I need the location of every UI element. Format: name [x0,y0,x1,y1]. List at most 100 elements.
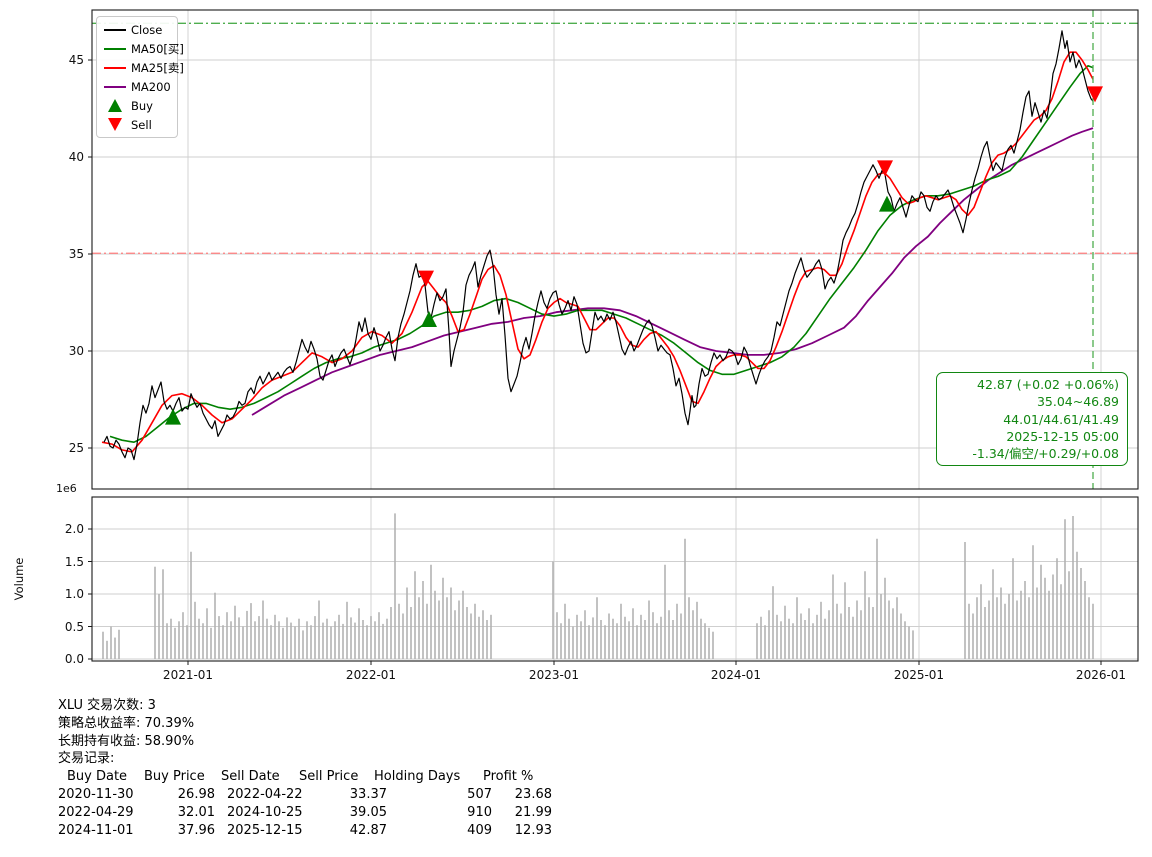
volume-axis-label: Volume [12,557,26,601]
volume-bar [972,613,974,659]
volume-bar [1084,581,1086,659]
volume-bar [580,621,582,659]
volume-bar [1016,600,1018,659]
trade-table-cell: 42.87 [349,822,387,838]
volume-bar [378,612,380,659]
volume-bar [596,597,598,659]
volume-bar [334,621,336,659]
volume-bar [474,603,476,659]
volume-bar [1028,597,1030,659]
volume-bar [648,600,650,659]
stats-line: 策略总收益率: 70.39% [58,715,195,731]
volume-bar [490,614,492,659]
volume-bar [466,607,468,659]
volume-bar [1052,574,1054,659]
volume-bar [102,631,104,659]
volume-bar [314,616,316,659]
trade-table-cell: 2020-11-30 [58,786,134,802]
volume-bar [438,600,440,659]
volume-bar [824,618,826,659]
volume-bar [1072,516,1074,659]
volume-bar [568,618,570,659]
volume-bar [652,612,654,659]
volume-bar [896,597,898,659]
volume-y-tick-label: 0.0 [64,652,84,666]
trade-table-row: 2020-11-30 26.98 2022-04-22 33.37 507 23.68 [58,786,658,804]
trade-table-cell: 507 [467,786,492,802]
volume-bar [170,618,172,659]
volume-bar [402,613,404,659]
volume-bar [836,603,838,659]
legend-label: Buy [131,98,153,113]
volume-bar [238,617,240,659]
legend-item-ma25: MA25[卖] [103,59,184,77]
volume-bar [226,612,228,659]
legend-item-ma200: MA200 [103,78,171,96]
volume-bar [318,600,320,659]
volume-bar [832,574,834,659]
stats-line: XLU 交易次数: 3 [58,698,156,713]
price-y-tick-label: 45 [68,53,84,67]
date-x-tick-label: 2024-01 [710,668,762,682]
volume-bar [1048,590,1050,659]
volume-bar [254,621,256,659]
legend-item-ma50: MA50[买] [103,40,184,58]
volume-bar [330,626,332,659]
volume-bar [672,620,674,659]
volume-bar [106,640,108,659]
volume-bar [764,625,766,659]
sell-marker [418,270,434,287]
volume-bar [844,582,846,659]
legend-line-sample [104,66,126,69]
legend-label: MA25[卖] [131,60,184,75]
trade-table-header-cell: Holding Days [374,769,461,785]
legend-item-sell: Sell [103,116,171,134]
volume-bar [592,617,594,659]
volume-bar [636,625,638,659]
date-x-tick-label: 2023-01 [528,668,580,682]
volume-bar [1076,551,1078,659]
date-x-tick-label: 2022-01 [345,668,397,682]
volume-bar [848,607,850,659]
price-y-tick-label: 30 [68,344,84,358]
volume-bar [820,601,822,659]
volume-bar [968,603,970,659]
volume-bar [306,621,308,659]
volume-bar [246,610,248,659]
trade-table-header-cell: Buy Date [67,769,128,785]
volume-bar [876,538,878,659]
volume-bar [600,620,602,659]
annotation-line: 42.87 (+0.02 +0.06%) [977,377,1119,392]
volume-bar [338,614,340,659]
legend-item-buy: Buy [103,97,171,115]
volume-bar [118,629,120,659]
volume-bar [158,594,160,659]
annotation-line: 2025-12-15 05:00 [1006,428,1119,444]
trade-table-row: 2024-11-01 37.96 2025-12-15 42.87 409 12.93 [58,822,658,840]
volume-bar [210,627,212,659]
volume-bar [182,612,184,659]
volume-bar [114,637,116,659]
volume-bar [198,618,200,659]
volume-bar [1080,568,1082,659]
trade-table-cell: 2022-04-29 [58,804,134,820]
trade-table-cell: 2024-10-25 [227,804,303,820]
trade-table-header-cell: Profit % [483,769,534,785]
volume-bar [840,613,842,659]
volume-bar [214,592,216,659]
volume-bar [434,590,436,659]
volume-bar [190,551,192,659]
legend-line-sample [104,47,126,50]
volume-bar [768,610,770,659]
volume-bar [1024,581,1026,659]
legend-label: MA200 [131,79,171,94]
trade-table-cell: 39.05 [349,804,387,820]
volume-bar [450,587,452,659]
trade-table-header: Buy Date Buy Price Sell Date Sell Price Hold… [58,768,658,786]
volume-bar [884,577,886,659]
volume-bar [552,561,554,659]
volume-bar [804,620,806,659]
volume-bar [154,566,156,659]
volume-bar [756,623,758,659]
trade-table-cell: 26.98 [177,786,215,802]
